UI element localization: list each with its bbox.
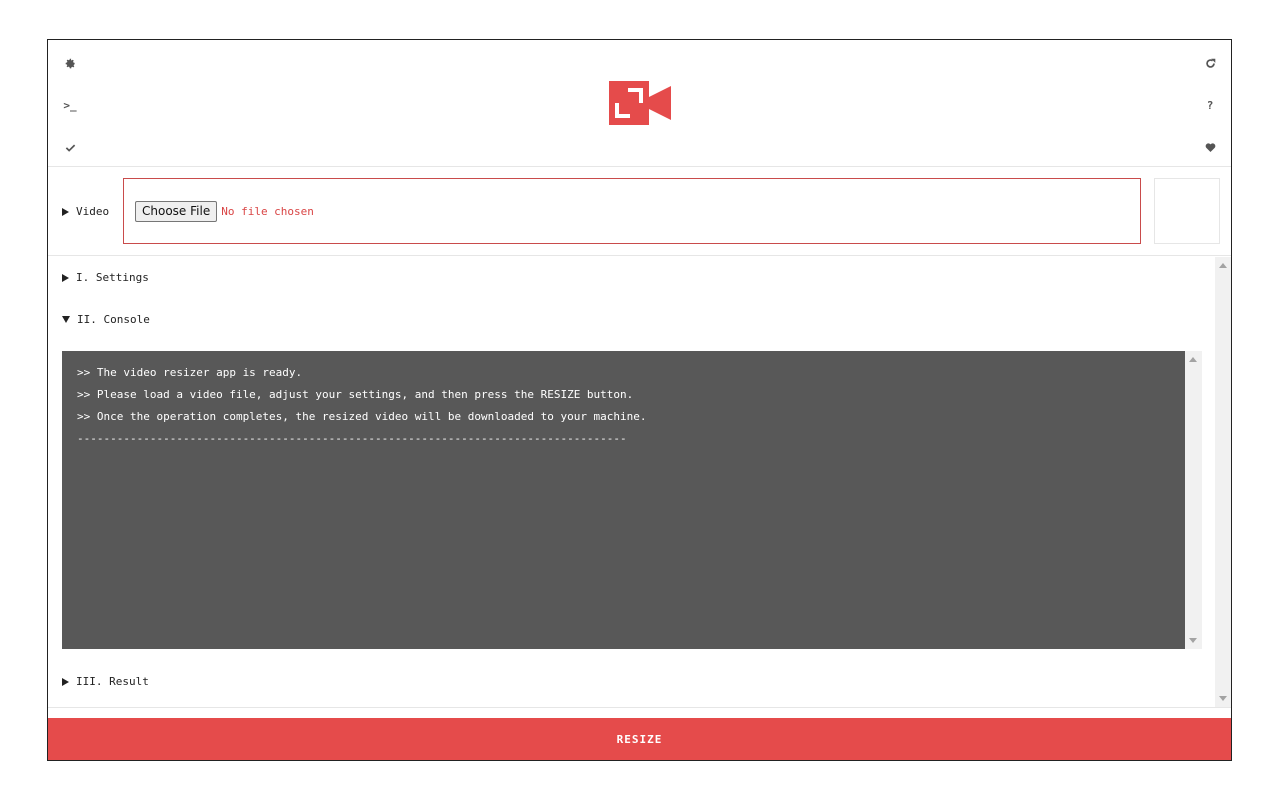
question-glyph: ? [1206, 98, 1214, 112]
section-console[interactable]: II. Console [62, 313, 150, 326]
panel-scrollbar[interactable] [1215, 257, 1231, 707]
section-settings[interactable]: I. Settings [62, 271, 149, 284]
video-preview [1154, 178, 1220, 244]
console-line: ----------------------------------------… [77, 432, 627, 445]
file-drop-zone[interactable]: Choose File No file chosen [123, 178, 1141, 244]
scroll-down-icon[interactable] [1189, 638, 1197, 643]
caret-down-icon [62, 316, 70, 323]
caret-right-icon [62, 273, 69, 282]
terminal-glyph: >_ [63, 98, 77, 112]
app-frame: >_ ? Video Choose File No file chosen I.… [47, 39, 1232, 761]
video-resizer-logo [609, 81, 671, 125]
section-result-label: III. Result [76, 675, 149, 688]
console-scrollbar[interactable] [1185, 351, 1202, 649]
console-line: >> Please load a video file, adjust your… [77, 388, 634, 401]
console-output[interactable]: >> The video resizer app is ready. >> Ple… [62, 351, 1185, 649]
question-icon[interactable]: ? [1200, 95, 1220, 115]
scroll-up-icon[interactable] [1189, 357, 1197, 362]
section-result[interactable]: III. Result [62, 675, 149, 688]
console-line: >> Once the operation completes, the res… [77, 410, 647, 423]
caret-right-icon [62, 677, 69, 686]
gear-icon[interactable] [60, 53, 80, 73]
sections-panel: I. Settings II. Console >> The video res… [48, 257, 1231, 707]
video-toggle[interactable]: Video [62, 205, 109, 218]
scroll-down-icon[interactable] [1219, 696, 1227, 701]
file-status: No file chosen [221, 204, 314, 218]
resize-button[interactable]: RESIZE [48, 718, 1231, 760]
section-settings-label: I. Settings [76, 271, 149, 284]
divider [48, 707, 1231, 708]
caret-right-icon [62, 207, 69, 216]
app-header: >_ ? [48, 40, 1231, 167]
terminal-icon[interactable]: >_ [60, 95, 80, 115]
section-console-label: II. Console [77, 313, 150, 326]
scroll-up-icon[interactable] [1219, 263, 1227, 268]
check-icon[interactable] [60, 137, 80, 157]
refresh-icon[interactable] [1200, 53, 1220, 73]
choose-file-button[interactable]: Choose File [135, 200, 218, 222]
video-label: Video [76, 205, 110, 218]
heart-icon[interactable] [1200, 137, 1220, 157]
video-input-row: Video Choose File No file chosen [48, 167, 1231, 256]
console-line: >> The video resizer app is ready. [77, 366, 303, 379]
